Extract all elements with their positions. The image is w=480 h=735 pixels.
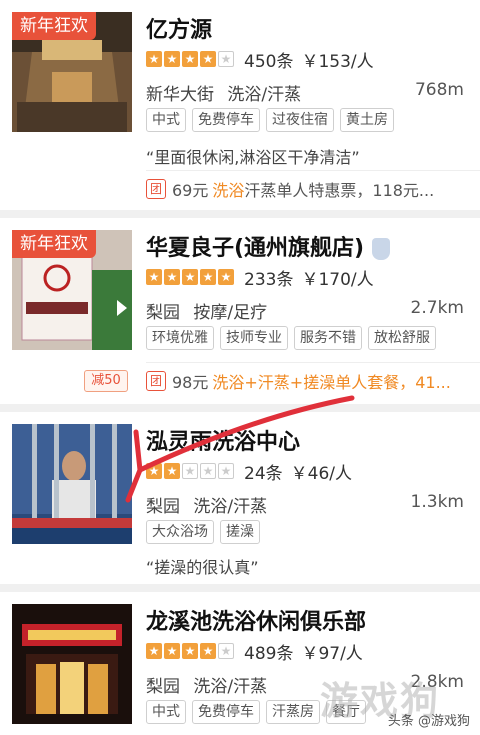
star-icon xyxy=(146,269,162,285)
listing-thumbnail[interactable] xyxy=(12,424,132,544)
tag-list: 环境优雅 技师专业 服务不错 放松舒服 xyxy=(146,326,442,350)
listing-name[interactable]: 龙溪池洗浴休闲俱乐部 xyxy=(146,604,366,636)
listing-thumbnail[interactable]: 新年狂欢 xyxy=(12,230,132,350)
promo-badge: 新年狂欢 xyxy=(12,230,96,258)
deal-text: +汗蒸+搓澡单人套餐，41... xyxy=(244,373,451,392)
listing-name[interactable]: 泓灵雨洗浴中心 xyxy=(146,424,300,456)
star-rating xyxy=(146,643,236,659)
rating-row: 233条 ￥170/人 xyxy=(146,266,374,290)
star-icon xyxy=(146,463,162,479)
review-quote: “里面很休闲,淋浴区干净清洁” xyxy=(146,148,360,167)
listing-name[interactable]: 亿方源 xyxy=(146,12,212,44)
rating-row: 24条 ￥46/人 xyxy=(146,460,352,484)
location-row: 梨园 按摩/足疗 2.7km xyxy=(146,298,464,323)
listing-name-text: 华夏良子(通州旗舰店) xyxy=(146,236,365,261)
star-icon xyxy=(200,269,216,285)
distance: 2.7km xyxy=(410,298,464,318)
tag-list: 中式 免费停车 过夜住宿 黄土房 xyxy=(146,108,400,132)
deal-text: 汗蒸单人特惠票，118元... xyxy=(244,181,435,200)
star-empty-icon xyxy=(182,463,198,479)
star-empty-icon xyxy=(218,463,234,479)
tag: 过夜住宿 xyxy=(266,108,334,132)
news-photo xyxy=(12,424,132,544)
storefront-photo xyxy=(12,604,132,724)
tag: 技师专业 xyxy=(220,326,288,350)
review-count: 489条 xyxy=(244,643,294,664)
star-icon xyxy=(200,643,216,659)
price-per-person: ￥46/人 xyxy=(290,463,352,484)
star-icon xyxy=(182,643,198,659)
tag: 汗蒸房 xyxy=(266,700,320,724)
listing-card[interactable]: 泓灵雨洗浴中心 24条 ￥46/人 梨园 洗浴/汗蒸 1.3km 大众浴场 搓澡… xyxy=(0,412,480,584)
listing-card[interactable]: 新年狂欢 华夏良子(通州旗舰店) 233条 ￥170/人 梨园 按摩/足疗 2.… xyxy=(0,218,480,404)
deal-price: 98元 xyxy=(172,373,209,392)
star-empty-icon xyxy=(200,463,216,479)
deal-highlight: 洗浴 xyxy=(212,373,245,392)
star-rating xyxy=(146,51,236,67)
review-count: 24条 xyxy=(244,463,283,484)
tag: 服务不错 xyxy=(294,326,362,350)
tag: 环境优雅 xyxy=(146,326,214,350)
tag: 免费停车 xyxy=(192,700,260,724)
area: 梨园 xyxy=(146,677,180,697)
category: 洗浴/汗蒸 xyxy=(193,677,268,697)
deal-highlight: 洗浴 xyxy=(212,181,245,200)
area: 梨园 xyxy=(146,497,180,517)
tag: 黄土房 xyxy=(340,108,394,132)
promo-badge: 新年狂欢 xyxy=(12,12,96,40)
review-count: 233条 xyxy=(244,269,294,290)
star-empty-icon xyxy=(218,51,234,67)
source-watermark: 头条 @游戏狗 xyxy=(387,714,470,729)
tag: 中式 xyxy=(146,700,186,724)
area: 梨园 xyxy=(146,303,180,323)
rating-row: 450条 ￥153/人 xyxy=(146,48,374,72)
group-deal[interactable]: 团 98元 洗浴 +汗蒸+搓澡单人套餐，41... xyxy=(146,368,468,394)
divider xyxy=(146,362,480,363)
listing-thumbnail[interactable]: 新年狂欢 xyxy=(12,12,132,132)
star-icon xyxy=(164,463,180,479)
group-deal-icon: 团 xyxy=(146,371,166,391)
category: 洗浴/汗蒸 xyxy=(227,85,302,105)
category: 按摩/足疗 xyxy=(193,303,268,323)
star-icon xyxy=(146,51,162,67)
star-icon xyxy=(182,269,198,285)
star-icon xyxy=(164,643,180,659)
listing-thumbnail[interactable] xyxy=(12,604,132,724)
group-deal[interactable]: 团 69元 洗浴 汗蒸单人特惠票，118元... xyxy=(146,176,468,202)
price-per-person: ￥170/人 xyxy=(301,269,374,290)
price-per-person: ￥153/人 xyxy=(301,51,374,72)
review-quote: “搓澡的很认真” xyxy=(146,558,259,577)
divider xyxy=(146,170,480,171)
listing-card[interactable]: 新年狂欢 亿方源 450条 ￥153/人 新华大街 洗浴/汗蒸 768m 中式 … xyxy=(0,0,480,210)
group-deal-icon: 团 xyxy=(146,179,166,199)
tag-list: 大众浴场 搓澡 xyxy=(146,520,266,544)
star-rating xyxy=(146,269,236,285)
star-icon xyxy=(164,51,180,67)
category: 洗浴/汗蒸 xyxy=(193,497,268,517)
star-icon xyxy=(218,269,234,285)
tag: 放松舒服 xyxy=(368,326,436,350)
discount-badge: 减50 xyxy=(84,370,128,392)
star-icon xyxy=(200,51,216,67)
tag: 免费停车 xyxy=(192,108,260,132)
star-icon xyxy=(182,51,198,67)
deal-price: 69元 xyxy=(172,181,209,200)
location-row: 梨园 洗浴/汗蒸 1.3km xyxy=(146,492,464,517)
star-icon xyxy=(164,269,180,285)
star-icon xyxy=(146,643,162,659)
star-rating xyxy=(146,463,236,479)
location-row: 新华大街 洗浴/汗蒸 768m xyxy=(146,80,464,105)
rating-row: 489条 ￥97/人 xyxy=(146,640,363,664)
distance: 1.3km xyxy=(410,492,464,512)
distance: 768m xyxy=(414,80,464,100)
tag: 大众浴场 xyxy=(146,520,214,544)
area: 新华大街 xyxy=(146,85,214,105)
tag: 中式 xyxy=(146,108,186,132)
verified-icon xyxy=(372,238,391,260)
review-count: 450条 xyxy=(244,51,294,72)
tag: 搓澡 xyxy=(220,520,260,544)
star-empty-icon xyxy=(218,643,234,659)
price-per-person: ￥97/人 xyxy=(301,643,363,664)
listing-name[interactable]: 华夏良子(通州旗舰店) xyxy=(146,230,391,262)
